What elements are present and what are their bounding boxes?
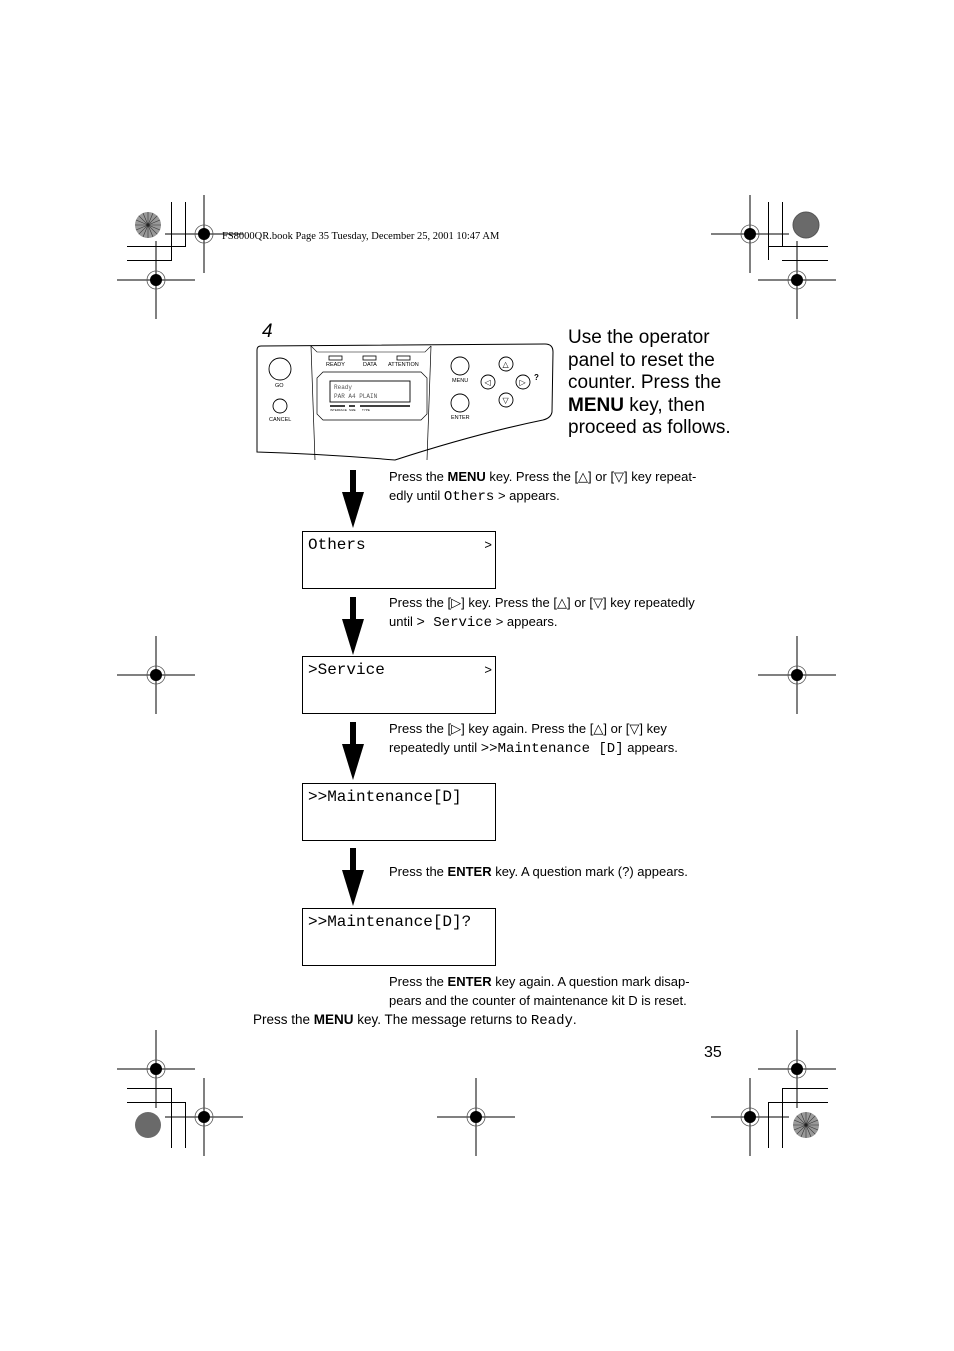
instruction-text: key. A question mark (?) appears. [491, 864, 688, 879]
final-note-mid: key. The message returns to [353, 1012, 531, 1027]
instruction-text: > appears. [494, 488, 560, 503]
key-name: ENTER [447, 864, 492, 879]
page-number: 35 [704, 1044, 722, 1061]
data-label: DATA [363, 362, 377, 368]
gray-dot-icon [135, 1112, 161, 1138]
attention-label: ATTENTION [388, 362, 419, 368]
lcd-message: >>Maintenance[D] [308, 788, 462, 806]
radial-target-icon [793, 1112, 819, 1138]
gray-dot-icon [792, 211, 820, 239]
step-instruction: Press the [▷] key. Press the [△] or [▽] … [389, 593, 695, 633]
registration-mark-icon [437, 1078, 515, 1156]
lcd-display-box: >Service > [302, 656, 496, 714]
ready-label: READY [326, 362, 345, 368]
right-arrow-icon: ▷ [520, 378, 527, 387]
ready-led [328, 355, 343, 361]
lcd-display-box: >>Maintenance[D] [302, 783, 496, 841]
instruction-text: key. Press the [△] or [▽] key repeat- [485, 469, 697, 484]
operator-panel-illustration: READY DATA ATTENTION Ready PAR A4 PLAIN … [256, 343, 554, 461]
instruction-text: > appears. [492, 614, 558, 629]
panel-lcd-line2: PAR A4 PLAIN [334, 393, 378, 400]
down-arrow-icon: ▽ [503, 396, 510, 405]
data-led [362, 355, 377, 361]
panel-lcd-line1: Ready [334, 384, 352, 391]
lcd-message: Others [308, 536, 366, 554]
step-number: 4 [262, 321, 273, 342]
instruction-text: Press the [▷] key. Press the [△] or [▽] … [389, 595, 695, 610]
submenu-indicator: > [484, 663, 492, 678]
final-note-display-text: Ready [530, 1013, 573, 1029]
attention-led [396, 355, 411, 361]
step-instruction: Press the MENU key. Press the [△] or [▽]… [389, 467, 696, 507]
instruction-text: repeatedly until [389, 740, 481, 755]
instruction-text: Press the [389, 974, 448, 989]
step-intro: Use the operator panel to reset the coun… [568, 327, 738, 440]
lcd-display-box: >>Maintenance[D]? [302, 908, 496, 966]
go-button [268, 357, 292, 381]
type-label: TYPE [362, 408, 370, 412]
intro-text-pre: Use the operator panel to reset the coun… [568, 327, 722, 394]
down-arrow-icon [342, 722, 364, 780]
registration-mark-icon [117, 636, 195, 714]
final-note-post: . [572, 1012, 577, 1027]
size-label: SIZE [349, 408, 356, 412]
lcd-display-box: Others > [302, 531, 496, 589]
menu-key-emphasis: MENU [568, 394, 624, 416]
lcd-message: >Service [308, 661, 385, 679]
registration-mark-icon [711, 1078, 789, 1156]
down-arrow-icon [342, 597, 364, 655]
lcd-message: >>Maintenance[D]? [308, 913, 472, 931]
step-instruction: Press the ENTER key. A question mark (?)… [389, 862, 688, 881]
instruction-text: until [389, 614, 417, 629]
instruction-text: Press the [389, 469, 448, 484]
key-name: MENU [447, 469, 486, 484]
step-instruction: Press the [▷] key again. Press the [△] o… [389, 719, 678, 759]
up-arrow-icon: △ [503, 360, 510, 369]
down-arrow-icon [342, 470, 364, 528]
display-text: Others [443, 489, 495, 505]
cancel-button [272, 398, 288, 414]
down-arrow-icon [342, 848, 364, 906]
after-flow-instruction: Press the ENTER key again. A question ma… [389, 972, 690, 1010]
running-header: FS8000QR.book Page 35 Tuesday, December … [222, 231, 500, 242]
registration-mark-icon [758, 241, 836, 319]
enter-button [450, 393, 470, 413]
registration-mark-icon [758, 636, 836, 714]
display-text: >>Maintenance [D] [480, 741, 624, 757]
submenu-indicator: > [484, 538, 492, 553]
final-note-key: MENU [313, 1012, 354, 1027]
left-arrow-icon: ◁ [485, 378, 492, 387]
instruction-text: edly until [389, 488, 444, 503]
key-name: ENTER [447, 974, 492, 989]
go-label: GO [275, 383, 284, 389]
interface-label: INTERFACE [330, 408, 347, 412]
final-note-pre: Press the [253, 1012, 314, 1027]
cancel-label: CANCEL [269, 417, 291, 423]
radial-target-icon [135, 212, 161, 238]
instruction-text: key again. A question mark disap- [491, 974, 690, 989]
enter-label: ENTER [451, 415, 470, 421]
final-note: Press the MENU key. The message returns … [253, 1012, 577, 1029]
help-icon: ? [534, 373, 539, 382]
instruction-text: Press the [▷] key again. Press the [△] o… [389, 721, 667, 736]
instruction-text: Press the [389, 864, 448, 879]
menu-label: MENU [452, 378, 468, 384]
display-text: > Service [416, 615, 493, 631]
instruction-text: appears. [623, 740, 678, 755]
registration-mark-icon [165, 1078, 243, 1156]
instruction-text: pears and the counter of maintenance kit… [389, 993, 687, 1008]
menu-button [450, 356, 470, 376]
registration-mark-icon [117, 241, 195, 319]
